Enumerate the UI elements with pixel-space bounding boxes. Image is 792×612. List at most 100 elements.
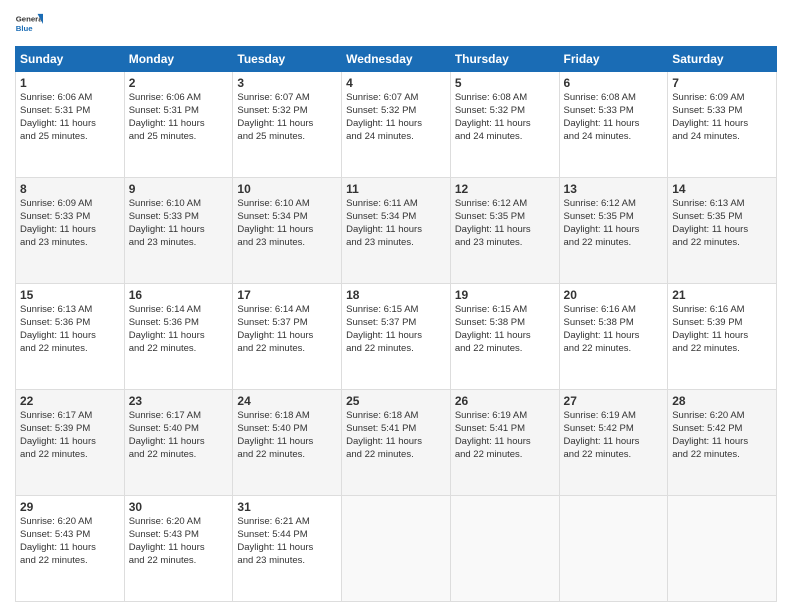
day-info: Daylight: 11 hours <box>346 330 446 343</box>
day-info: Daylight: 11 hours <box>564 224 664 237</box>
day-info: Daylight: 11 hours <box>672 436 772 449</box>
calendar-cell: 14Sunrise: 6:13 AMSunset: 5:35 PMDayligh… <box>668 178 777 284</box>
day-info: Sunrise: 6:19 AM <box>564 410 664 423</box>
day-info: Daylight: 11 hours <box>237 118 337 131</box>
day-info: Sunset: 5:32 PM <box>237 105 337 118</box>
day-info: Sunrise: 6:10 AM <box>129 198 229 211</box>
day-number: 22 <box>20 393 120 409</box>
calendar-cell: 22Sunrise: 6:17 AMSunset: 5:39 PMDayligh… <box>16 390 125 496</box>
day-info: Daylight: 11 hours <box>455 118 555 131</box>
day-number: 3 <box>237 75 337 91</box>
day-info: and 22 minutes. <box>346 343 446 356</box>
day-number: 31 <box>237 499 337 515</box>
day-info: Sunset: 5:35 PM <box>455 211 555 224</box>
day-info: Sunset: 5:33 PM <box>20 211 120 224</box>
calendar-week-1: 1Sunrise: 6:06 AMSunset: 5:31 PMDaylight… <box>16 72 777 178</box>
day-number: 2 <box>129 75 229 91</box>
calendar-week-2: 8Sunrise: 6:09 AMSunset: 5:33 PMDaylight… <box>16 178 777 284</box>
calendar-header-wednesday: Wednesday <box>342 47 451 72</box>
day-info: Daylight: 11 hours <box>346 436 446 449</box>
day-info: Sunrise: 6:21 AM <box>237 516 337 529</box>
calendar-table: SundayMondayTuesdayWednesdayThursdayFrid… <box>15 46 777 602</box>
calendar-cell: 8Sunrise: 6:09 AMSunset: 5:33 PMDaylight… <box>16 178 125 284</box>
day-info: and 22 minutes. <box>129 449 229 462</box>
calendar-header-thursday: Thursday <box>450 47 559 72</box>
day-number: 5 <box>455 75 555 91</box>
calendar-cell: 21Sunrise: 6:16 AMSunset: 5:39 PMDayligh… <box>668 284 777 390</box>
day-info: Sunset: 5:44 PM <box>237 529 337 542</box>
calendar-cell: 28Sunrise: 6:20 AMSunset: 5:42 PMDayligh… <box>668 390 777 496</box>
day-info: Sunset: 5:42 PM <box>672 423 772 436</box>
day-info: Daylight: 11 hours <box>672 224 772 237</box>
day-info: Sunrise: 6:14 AM <box>129 304 229 317</box>
day-info: Daylight: 11 hours <box>672 330 772 343</box>
day-info: Daylight: 11 hours <box>455 436 555 449</box>
calendar-cell: 11Sunrise: 6:11 AMSunset: 5:34 PMDayligh… <box>342 178 451 284</box>
calendar-week-5: 29Sunrise: 6:20 AMSunset: 5:43 PMDayligh… <box>16 496 777 602</box>
calendar-cell <box>668 496 777 602</box>
day-info: and 22 minutes. <box>564 449 664 462</box>
day-info: and 24 minutes. <box>455 131 555 144</box>
day-info: Daylight: 11 hours <box>564 330 664 343</box>
day-info: Sunrise: 6:18 AM <box>346 410 446 423</box>
day-info: Sunset: 5:35 PM <box>672 211 772 224</box>
calendar-cell: 31Sunrise: 6:21 AMSunset: 5:44 PMDayligh… <box>233 496 342 602</box>
calendar-cell: 2Sunrise: 6:06 AMSunset: 5:31 PMDaylight… <box>124 72 233 178</box>
day-info: Sunrise: 6:11 AM <box>346 198 446 211</box>
day-info: Sunset: 5:40 PM <box>237 423 337 436</box>
day-info: Daylight: 11 hours <box>564 118 664 131</box>
day-info: Sunrise: 6:17 AM <box>20 410 120 423</box>
day-info: Daylight: 11 hours <box>129 436 229 449</box>
day-number: 14 <box>672 181 772 197</box>
day-info: Daylight: 11 hours <box>672 118 772 131</box>
day-number: 24 <box>237 393 337 409</box>
day-info: Daylight: 11 hours <box>237 542 337 555</box>
day-info: and 23 minutes. <box>455 237 555 250</box>
day-info: Sunrise: 6:13 AM <box>672 198 772 211</box>
calendar-cell: 30Sunrise: 6:20 AMSunset: 5:43 PMDayligh… <box>124 496 233 602</box>
day-info: Sunset: 5:42 PM <box>564 423 664 436</box>
day-info: and 22 minutes. <box>455 449 555 462</box>
day-info: Sunset: 5:34 PM <box>237 211 337 224</box>
calendar-cell: 3Sunrise: 6:07 AMSunset: 5:32 PMDaylight… <box>233 72 342 178</box>
day-number: 15 <box>20 287 120 303</box>
day-number: 6 <box>564 75 664 91</box>
day-number: 18 <box>346 287 446 303</box>
day-info: Sunrise: 6:20 AM <box>20 516 120 529</box>
day-info: Sunset: 5:31 PM <box>129 105 229 118</box>
calendar-header-sunday: Sunday <box>16 47 125 72</box>
calendar-header-tuesday: Tuesday <box>233 47 342 72</box>
day-info: Sunrise: 6:20 AM <box>129 516 229 529</box>
day-info: Sunset: 5:43 PM <box>20 529 120 542</box>
day-info: and 22 minutes. <box>20 555 120 568</box>
day-info: Sunrise: 6:07 AM <box>237 92 337 105</box>
day-info: Sunrise: 6:18 AM <box>237 410 337 423</box>
day-info: and 25 minutes. <box>129 131 229 144</box>
day-number: 23 <box>129 393 229 409</box>
calendar-cell: 17Sunrise: 6:14 AMSunset: 5:37 PMDayligh… <box>233 284 342 390</box>
day-info: Sunset: 5:31 PM <box>20 105 120 118</box>
day-info: and 24 minutes. <box>564 131 664 144</box>
day-number: 9 <box>129 181 229 197</box>
day-info: Sunset: 5:39 PM <box>672 317 772 330</box>
day-info: Daylight: 11 hours <box>20 542 120 555</box>
day-info: and 25 minutes. <box>20 131 120 144</box>
calendar-header-friday: Friday <box>559 47 668 72</box>
day-info: Sunset: 5:40 PM <box>129 423 229 436</box>
day-number: 17 <box>237 287 337 303</box>
day-info: Sunrise: 6:12 AM <box>564 198 664 211</box>
day-number: 4 <box>346 75 446 91</box>
day-info: Daylight: 11 hours <box>346 224 446 237</box>
day-info: Sunset: 5:37 PM <box>237 317 337 330</box>
day-number: 27 <box>564 393 664 409</box>
day-number: 29 <box>20 499 120 515</box>
day-info: and 22 minutes. <box>672 449 772 462</box>
day-number: 13 <box>564 181 664 197</box>
calendar-cell: 25Sunrise: 6:18 AMSunset: 5:41 PMDayligh… <box>342 390 451 496</box>
day-info: Sunrise: 6:19 AM <box>455 410 555 423</box>
day-info: and 23 minutes. <box>237 237 337 250</box>
day-info: Sunset: 5:36 PM <box>129 317 229 330</box>
day-info: and 22 minutes. <box>672 343 772 356</box>
day-info: Sunrise: 6:17 AM <box>129 410 229 423</box>
day-info: and 22 minutes. <box>129 343 229 356</box>
